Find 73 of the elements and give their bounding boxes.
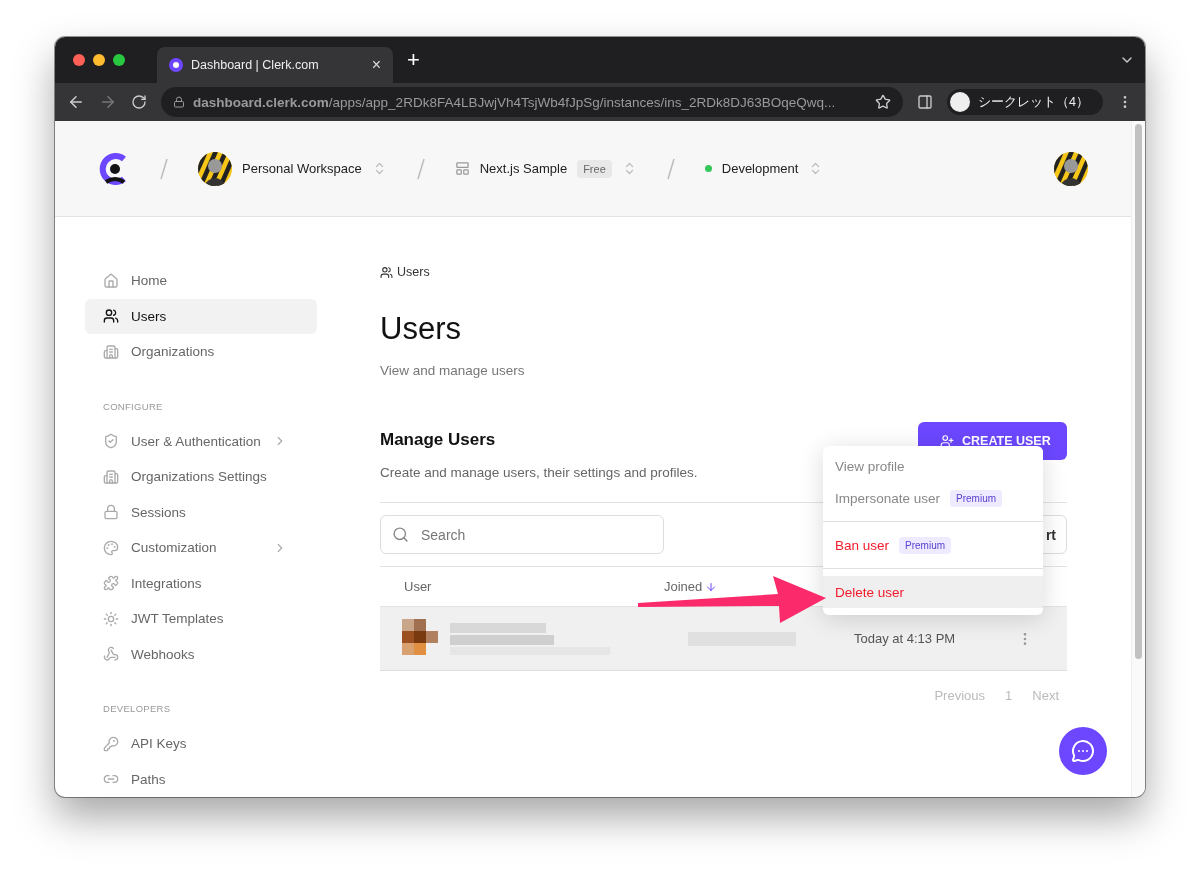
building-icon <box>103 343 119 360</box>
minimize-window-button[interactable] <box>93 54 105 66</box>
sidebar-item[interactable]: Sessions <box>85 494 317 530</box>
star-icon[interactable] <box>875 94 892 110</box>
sidebar-item[interactable]: Organizations <box>85 334 317 370</box>
table-row[interactable]: Today at 4:13 PM <box>380 607 1067 671</box>
sort-arrow-icon <box>705 580 718 593</box>
menu-item[interactable]: Ban user Premium <box>823 529 1043 561</box>
sidebar-item[interactable]: Users <box>85 298 317 334</box>
url-text: dashboard.clerk.com/apps/app_2RDk8FA4LBJwjVh4TsjWb4fJpSg/instances/ins_2RDk8DJ63BOqeQwq... <box>193 94 837 110</box>
breadcrumb-link[interactable]: Users <box>397 265 430 279</box>
application-name[interactable]: Next.js Sample <box>479 161 568 176</box>
puzzle-icon <box>103 575 119 592</box>
tab-title: Dashboard | Clerk.com <box>191 58 320 72</box>
app-icon <box>454 161 470 176</box>
shield-icon <box>103 433 119 450</box>
back-icon[interactable] <box>67 93 85 111</box>
close-window-button[interactable] <box>73 54 85 66</box>
users-icon <box>103 308 119 325</box>
palette-icon <box>103 539 119 556</box>
sidebar-item[interactable]: API Keys <box>85 726 317 762</box>
home-icon <box>103 272 119 289</box>
table-cell: Today at 4:13 PM <box>854 631 956 646</box>
workspace-name[interactable]: Personal Workspace <box>242 161 362 176</box>
sidebar-item[interactable]: Home <box>85 263 317 299</box>
menu-item[interactable]: Impersonate user Premium <box>823 482 1043 514</box>
slash-separator <box>666 157 675 180</box>
menu-item[interactable]: Delete user <box>823 576 1043 608</box>
building-icon <box>103 468 119 485</box>
menu-item[interactable]: View profile <box>823 450 1043 482</box>
slash-separator <box>160 157 168 180</box>
address-bar[interactable]: dashboard.clerk.com/apps/app_2RDk8FA4LBJwjVh4TsjWb4fJpSg/instances/ins_2RDk8DJ63BOqeQwq... <box>161 87 904 117</box>
sidebar-item[interactable]: Paths <box>85 761 317 797</box>
users-icon <box>380 265 393 279</box>
sun-icon <box>103 610 119 627</box>
reload-icon[interactable] <box>131 94 147 110</box>
column-header[interactable]: User <box>404 579 664 594</box>
plan-badge: Free <box>577 159 612 178</box>
section-heading: Manage Users <box>380 430 497 450</box>
close-button[interactable]: × <box>371 56 381 74</box>
search-field[interactable]: Search <box>380 515 664 554</box>
sidebar-item[interactable]: JWT Templates <box>85 601 317 637</box>
new-tab-button[interactable]: + <box>407 47 420 73</box>
chat-button[interactable] <box>1059 727 1107 775</box>
section-description: Create and manage users, their settings and profiles. <box>380 465 698 480</box>
section-title: DEVELOPERS <box>102 702 172 716</box>
section-title: CONFIGURE <box>102 399 164 414</box>
webhook-icon <box>103 646 119 663</box>
profile-button[interactable]: シークレット（4） <box>947 89 1103 115</box>
chat-icon <box>1071 739 1095 763</box>
logo-icon <box>169 58 183 72</box>
forward-icon[interactable] <box>99 93 117 111</box>
premium-badge: Premium <box>899 536 952 554</box>
zoom-window-button[interactable] <box>113 54 125 66</box>
environment-name[interactable]: Development <box>721 161 799 176</box>
sidebar-item[interactable]: Webhooks <box>85 636 317 672</box>
key-icon <box>103 735 119 752</box>
avatar-icon <box>198 151 232 186</box>
browser-tab[interactable]: Dashboard | Clerk.com × <box>157 47 393 83</box>
side-panel-icon[interactable] <box>917 94 934 110</box>
sidebar-item[interactable]: Organizations Settings <box>85 459 317 495</box>
sidebar-item[interactable]: User & Authentication <box>85 423 317 459</box>
sidebar-item[interactable]: Integrations <box>85 565 317 601</box>
search-icon <box>392 526 409 543</box>
slash-separator <box>416 157 425 180</box>
premium-badge: Premium <box>950 489 1003 507</box>
page-subtitle: View and manage users <box>380 363 526 378</box>
lock-icon <box>173 96 185 108</box>
sidebar-item[interactable]: Customization <box>85 530 317 566</box>
user-avatar <box>1054 151 1088 186</box>
lock-icon <box>103 504 119 521</box>
page-title: Users <box>380 311 462 347</box>
scrollbar[interactable] <box>1135 124 1142 659</box>
